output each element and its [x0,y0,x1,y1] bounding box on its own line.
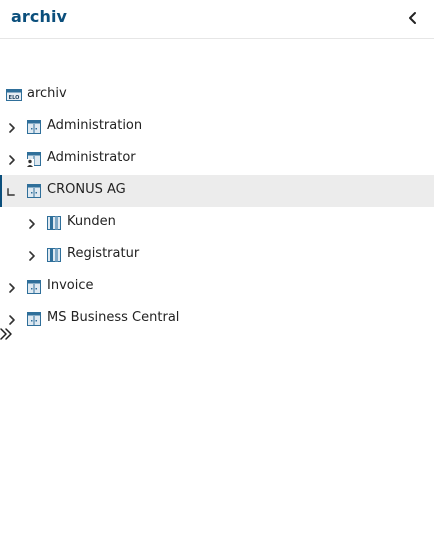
double-chevron-right-icon [0,328,12,340]
chevron-right-icon[interactable] [25,248,39,262]
tree-item-label: Invoice [47,278,94,293]
collapse-panel-button[interactable] [404,9,422,27]
chevron-right-icon[interactable] [5,312,19,326]
svg-text:ELO: ELO [9,95,20,101]
tree-item-ms-business-central[interactable]: MS Business Central [0,303,434,335]
folder-icon [46,215,62,231]
panel-header: archiv [0,0,434,39]
tree-item-label: MS Business Central [47,310,180,325]
panel-title: archiv [11,7,68,26]
tree-root-label: archiv [27,86,67,101]
elo-archive-icon: ELO [6,87,22,103]
chevron-right-icon[interactable] [5,152,19,166]
tree-item-kunden[interactable]: Kunden [0,207,434,239]
tree-item-label: Administrator [47,150,136,165]
cabinet-icon [26,119,42,135]
tree-item-label: Administration [47,118,143,133]
tree-item-invoice[interactable]: Invoice [0,271,434,303]
tree-item-cronus-ag[interactable]: CRONUS AG [0,175,434,207]
tree-item-registratur[interactable]: Registratur [0,239,434,271]
tree-item-label: Registratur [67,246,140,261]
cabinet-icon [26,311,42,327]
archive-tree-panel: archiv ELO archiv Administration Adminis… [0,0,434,546]
chevron-left-icon [409,12,416,24]
chevron-right-icon[interactable] [25,216,39,230]
expand-side-panel-button[interactable] [0,326,16,342]
cabinet-icon [26,183,42,199]
chevron-right-icon[interactable] [5,280,19,294]
cabinet-icon [26,279,42,295]
folder-icon [46,247,62,263]
tree-root-archiv[interactable]: ELO archiv [0,79,434,111]
tree-item-administrator[interactable]: Administrator [0,143,434,175]
tree-item-label: CRONUS AG [47,182,126,197]
collapse-toggle-icon[interactable] [5,184,19,198]
tree-item-label: Kunden [67,214,116,229]
tree-item-administration[interactable]: Administration [0,111,434,143]
user-cabinet-icon [26,151,42,167]
chevron-right-icon[interactable] [5,120,19,134]
